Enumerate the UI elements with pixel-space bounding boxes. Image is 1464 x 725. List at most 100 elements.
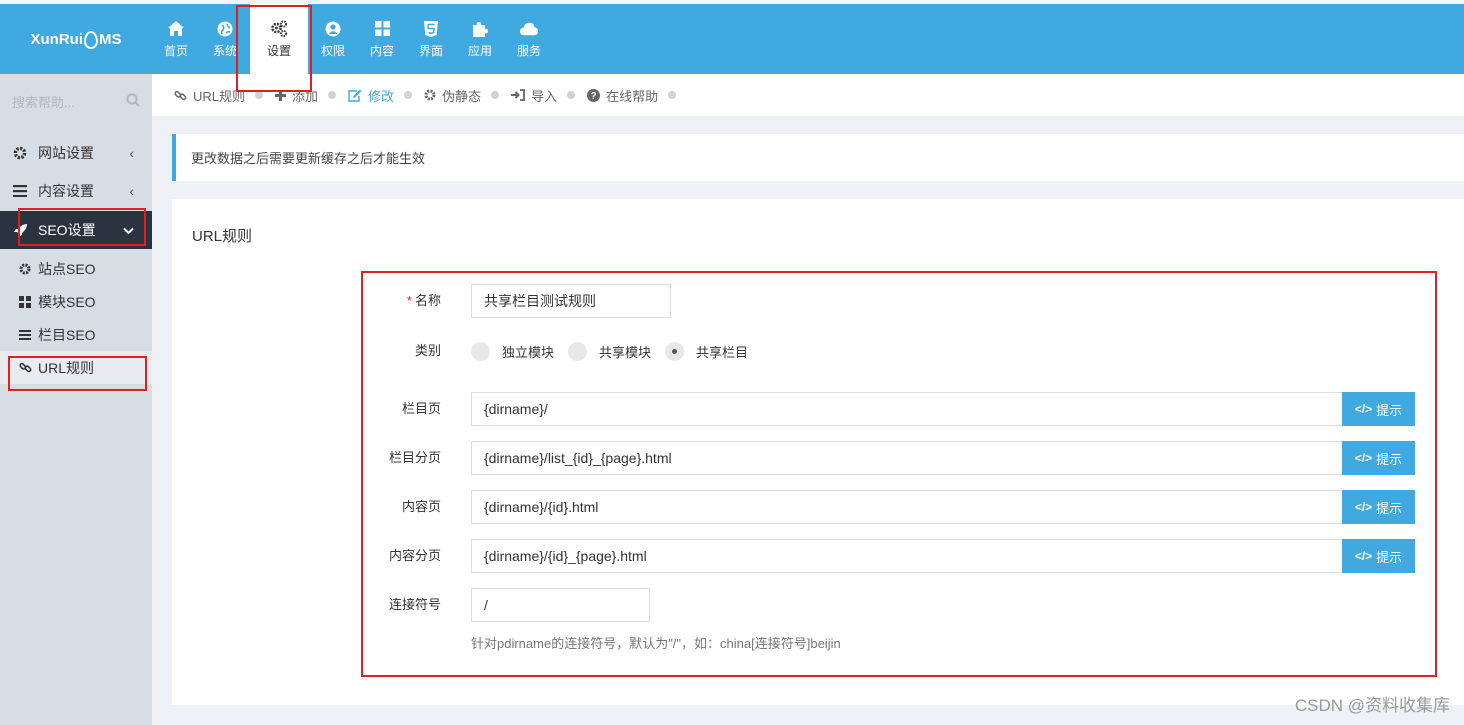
watermark: CSDN @资料收集库	[1294, 696, 1450, 715]
sidebar-item-content-settings[interactable]: 内容设置 ‹	[0, 172, 152, 210]
nav-apps[interactable]: 应用	[456, 4, 504, 74]
radio-circle[interactable]	[568, 341, 588, 361]
type-label: 类别	[414, 343, 441, 358]
tab-label: 添加	[292, 88, 319, 104]
radio-label: 独立模块	[502, 344, 555, 360]
search-icon[interactable]	[126, 92, 140, 110]
type-radio-shared-module[interactable]: 共享模块	[568, 341, 651, 361]
sidebar-subitem-label: 模块SEO	[38, 293, 96, 310]
category-paging-row: 栏目分页 {dirname}/list_{id}_{page}.html </>…	[172, 441, 1464, 475]
required-marker: *	[406, 293, 412, 308]
radio-dot	[672, 348, 678, 354]
tab-url-rules[interactable]: URL规则	[174, 86, 245, 105]
sidebar-subitem-label: URL规则	[38, 359, 95, 376]
sidebar: 搜索帮助... 网站设置 ‹ 内容设置 ‹ SEO设置 站点SEO 模块SEO …	[0, 74, 152, 725]
nav-content-label: 内容	[369, 43, 394, 58]
content-page-label: 内容页	[401, 499, 441, 514]
link-icon	[18, 361, 32, 375]
name-label: * 名称	[407, 284, 441, 318]
grid-icon	[18, 295, 32, 309]
sidebar-item-label: 网站设置	[38, 145, 94, 161]
separator-dot	[567, 91, 576, 99]
nav-settings-label: 设置	[266, 43, 291, 58]
cloud-icon	[520, 20, 538, 38]
nav-settings[interactable]: 设置	[250, 4, 308, 74]
gear-icon	[12, 145, 28, 161]
hint-button[interactable]: </> 提示	[1342, 441, 1415, 475]
nav-permission-label: 权限	[320, 43, 345, 58]
nav-home[interactable]: 首页	[152, 4, 200, 74]
category-page-input[interactable]: {dirname}/	[471, 392, 1343, 426]
hint-button[interactable]: </> 提示	[1342, 392, 1415, 426]
logo-text-right: MS	[99, 30, 122, 48]
tab-pseudo-static[interactable]: 伪静态	[424, 86, 481, 105]
bars-icon	[18, 328, 32, 342]
gears-icon	[270, 19, 288, 38]
separator-input[interactable]: /	[471, 588, 650, 622]
grid-icon	[373, 20, 391, 38]
code-icon: </>	[1354, 451, 1373, 465]
sidebar-subitem-site-seo[interactable]: 站点SEO	[0, 252, 152, 285]
tab-import[interactable]: 导入	[511, 86, 557, 105]
sidebar-item-label: 内容设置	[38, 183, 94, 199]
content-paging-label: 内容分页	[388, 548, 441, 563]
sidebar-item-website-settings[interactable]: 网站设置 ‹	[0, 134, 152, 172]
code-icon: </>	[1354, 549, 1373, 563]
logo[interactable]: XunRui MS	[0, 4, 152, 74]
nav-content[interactable]: 内容	[358, 4, 406, 74]
sidebar-subitem-url-rules[interactable]: URL规则	[0, 351, 152, 384]
tab-label: 修改	[368, 88, 395, 104]
puzzle-icon	[471, 20, 489, 38]
type-radio-standalone-module[interactable]: 独立模块	[471, 341, 555, 361]
sidebar-item-seo-settings[interactable]: SEO设置	[0, 211, 152, 249]
cache-notice: 更改数据之后需要更新缓存之后才能生效	[172, 134, 1464, 181]
nav-service[interactable]: 服务	[505, 4, 553, 74]
tab-edit[interactable]: 修改	[348, 86, 394, 105]
separator-dot	[255, 91, 264, 99]
sidebar-search[interactable]: 搜索帮助...	[0, 74, 152, 128]
type-radio-group: 独立模块 共享模块 共享栏目	[471, 334, 762, 368]
hint-label: 提示	[1376, 549, 1403, 565]
gear-icon	[424, 89, 436, 101]
sidebar-subitem-module-seo[interactable]: 模块SEO	[0, 285, 152, 318]
radio-circle-checked[interactable]	[665, 341, 685, 361]
tab-label: URL规则	[193, 88, 246, 104]
url-rule-panel: URL规则 * 名称 共享栏目测试规则 类别 独立模块 共享模块 共享栏目 栏目页…	[172, 199, 1464, 705]
code-icon: </>	[1354, 402, 1373, 416]
radio-circle[interactable]	[471, 341, 490, 361]
content-page-input[interactable]: {dirname}/{id}.html	[471, 490, 1343, 524]
sidebar-subitem-category-seo[interactable]: 栏目SEO	[0, 318, 152, 351]
notice-text: 更改数据之后需要更新缓存之后才能生效	[191, 151, 426, 166]
category-paging-input[interactable]: {dirname}/list_{id}_{page}.html	[471, 441, 1343, 475]
tab-label: 在线帮助	[606, 88, 659, 104]
bars-icon	[12, 183, 28, 199]
nav-system[interactable]: 系统	[201, 4, 249, 74]
hint-button[interactable]: </> 提示	[1342, 490, 1415, 524]
hint-label: 提示	[1376, 402, 1403, 418]
nav-system-label: 系统	[212, 43, 237, 58]
category-paging-label: 栏目分页	[388, 450, 441, 465]
type-radio-shared-category[interactable]: 共享栏目	[665, 341, 748, 361]
globe-icon	[216, 20, 234, 38]
name-input[interactable]: 共享栏目测试规则	[471, 284, 671, 318]
sign-in-icon	[511, 89, 525, 101]
nav-interface[interactable]: 界面	[407, 4, 455, 74]
tab-online-help[interactable]: ? 在线帮助	[587, 86, 658, 105]
chevron-left-icon: ‹	[129, 183, 134, 199]
name-label-text: 名称	[414, 293, 441, 308]
search-input[interactable]: 搜索帮助...	[12, 92, 75, 111]
nav-permission[interactable]: 权限	[309, 4, 357, 74]
chevron-down-icon	[123, 222, 134, 238]
separator-dot	[328, 91, 337, 99]
edit-icon	[348, 89, 362, 102]
tab-add[interactable]: 添加	[275, 86, 318, 105]
home-icon	[167, 20, 185, 38]
hint-button[interactable]: </> 提示	[1342, 539, 1415, 573]
category-page-label: 栏目页	[401, 401, 441, 416]
content-paging-input[interactable]: {dirname}/{id}_{page}.html	[471, 539, 1343, 573]
category-page-row: 栏目页 {dirname}/ </> 提示	[172, 392, 1464, 426]
html5-icon	[422, 20, 440, 38]
rocket-icon	[12, 222, 28, 238]
name-row: * 名称 共享栏目测试规则	[172, 284, 1464, 318]
content-page-row: 内容页 {dirname}/{id}.html </> 提示	[172, 490, 1464, 524]
